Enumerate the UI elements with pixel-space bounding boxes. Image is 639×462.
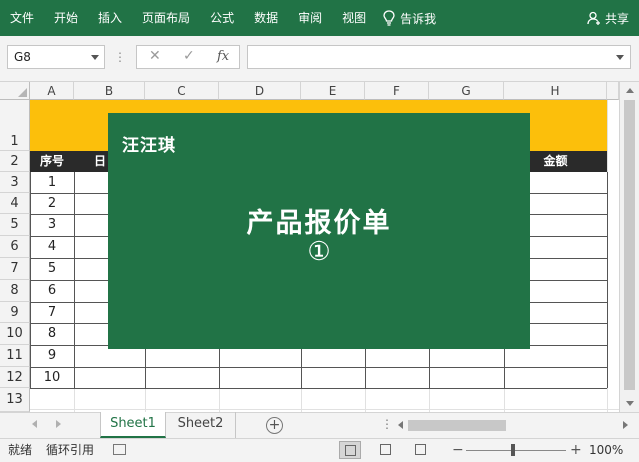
chevron-left-icon[interactable]: [32, 420, 37, 428]
cell-seq[interactable]: 7: [30, 302, 74, 323]
vertical-scrollbar[interactable]: [619, 82, 639, 412]
scroll-up-icon[interactable]: [626, 88, 634, 93]
name-box-value: G8: [14, 50, 31, 64]
tab-formulas[interactable]: 公式: [200, 0, 244, 36]
tab-page-layout[interactable]: 页面布局: [132, 0, 200, 36]
macro-record-icon[interactable]: [113, 444, 126, 455]
tab-data[interactable]: 数据: [244, 0, 288, 36]
horizontal-scrollbar[interactable]: [394, 417, 632, 434]
sheet-tabs-bar: Sheet1 Sheet2 + ⋮: [0, 412, 639, 438]
zoom-slider-track[interactable]: [466, 450, 566, 451]
expand-formula-icon[interactable]: [616, 55, 624, 60]
chevron-right-icon[interactable]: [56, 420, 61, 428]
table-border: [30, 388, 607, 389]
scroll-down-icon[interactable]: [626, 401, 634, 406]
page-layout-icon: [380, 444, 391, 455]
grid-view-icon: [345, 445, 356, 456]
zoom-level[interactable]: 100%: [589, 439, 623, 461]
formula-bar-grip-icon[interactable]: ⋮: [114, 50, 126, 64]
column-header-e[interactable]: E: [301, 82, 365, 100]
page-break-icon: [415, 444, 426, 455]
normal-view-button[interactable]: [339, 441, 361, 459]
brand-text: 汪汪琪: [122, 136, 176, 156]
overlay-number: ①: [307, 237, 331, 267]
cancel-icon[interactable]: ✕: [149, 48, 161, 64]
cell-seq[interactable]: 1: [30, 172, 74, 193]
formula-buttons: ✕ ✓ fx: [136, 45, 240, 69]
gridline: [30, 409, 619, 410]
row-header-4[interactable]: 4: [0, 193, 30, 214]
row-header-3[interactable]: 3: [0, 172, 30, 193]
column-header-h[interactable]: H: [504, 82, 607, 100]
column-header-f[interactable]: F: [365, 82, 429, 100]
column-header-d[interactable]: D: [219, 82, 301, 100]
column-header-g[interactable]: G: [429, 82, 504, 100]
cell-seq[interactable]: 10: [30, 367, 74, 388]
zoom-slider-thumb[interactable]: [511, 444, 515, 456]
cell-seq[interactable]: 2: [30, 193, 74, 214]
cell-seq[interactable]: 6: [30, 280, 74, 301]
page-break-view-button[interactable]: [410, 441, 432, 459]
tab-home[interactable]: 开始: [44, 0, 88, 36]
overlay-title: 产品报价单: [246, 208, 392, 239]
cell-seq[interactable]: 9: [30, 345, 74, 366]
ribbon: 文件 开始 插入 页面布局 公式 数据 审阅 视图 告诉我 共享: [0, 0, 639, 36]
header-cell-seq[interactable]: 序号: [30, 151, 74, 172]
tab-view[interactable]: 视图: [332, 0, 376, 36]
row-header-13[interactable]: 13: [0, 388, 30, 412]
sheet-tab-sheet2[interactable]: Sheet2: [166, 412, 236, 438]
column-header-b[interactable]: B: [74, 82, 145, 100]
row-header-1[interactable]: 1: [0, 100, 30, 151]
insert-function-icon[interactable]: fx: [217, 49, 229, 64]
cell-seq[interactable]: 4: [30, 236, 74, 257]
row-header-7[interactable]: 7: [0, 258, 30, 280]
row-header-11[interactable]: 11: [0, 345, 30, 367]
formula-input[interactable]: [247, 45, 631, 69]
table-border: [30, 367, 607, 368]
tab-file[interactable]: 文件: [0, 0, 44, 36]
status-circular-reference[interactable]: 循环引用: [46, 439, 94, 461]
tab-insert[interactable]: 插入: [88, 0, 132, 36]
column-header-c[interactable]: C: [145, 82, 219, 100]
tell-me-search[interactable]: 告诉我: [400, 10, 436, 27]
table-border: [74, 172, 75, 388]
select-all-corner[interactable]: [0, 82, 30, 100]
scroll-thumb[interactable]: [624, 100, 635, 390]
tab-split-grip-icon[interactable]: ⋮: [381, 417, 393, 431]
cell-seq[interactable]: 3: [30, 214, 74, 235]
chevron-down-icon[interactable]: [91, 55, 99, 60]
cell-seq[interactable]: 5: [30, 258, 74, 279]
share-button[interactable]: 共享: [587, 0, 629, 36]
row-header-12[interactable]: 12: [0, 367, 30, 388]
name-box[interactable]: G8: [7, 45, 105, 69]
share-label: 共享: [604, 11, 629, 26]
title-overlay-card: 汪汪琪 产品报价单 ①: [108, 113, 530, 349]
scroll-right-icon[interactable]: [623, 421, 628, 429]
enter-icon[interactable]: ✓: [183, 48, 195, 64]
table-border: [607, 172, 608, 388]
tab-review[interactable]: 审阅: [288, 0, 332, 36]
column-header-a[interactable]: A: [30, 82, 74, 100]
formula-bar: G8 ⋮ ✕ ✓ fx: [0, 36, 639, 82]
status-ready: 就绪: [8, 443, 33, 457]
lightbulb-icon[interactable]: [382, 10, 396, 26]
row-header-2[interactable]: 2: [0, 151, 30, 172]
user-icon: [587, 11, 600, 25]
row-header-9[interactable]: 9: [0, 302, 30, 323]
status-bar: 就绪 循环引用 − + 100%: [0, 438, 639, 462]
sheet-tab-sheet1[interactable]: Sheet1: [100, 412, 166, 438]
zoom-out-icon[interactable]: −: [452, 439, 464, 461]
row-header-5[interactable]: 5: [0, 214, 30, 236]
row-header-6[interactable]: 6: [0, 236, 30, 258]
scroll-thumb[interactable]: [408, 420, 506, 431]
row-header-8[interactable]: 8: [0, 280, 30, 302]
scroll-left-icon[interactable]: [398, 421, 403, 429]
zoom-in-icon[interactable]: +: [570, 439, 582, 461]
cell-seq[interactable]: 8: [30, 323, 74, 344]
column-header-i[interactable]: [607, 82, 619, 100]
add-sheet-icon[interactable]: +: [266, 417, 283, 434]
page-layout-view-button[interactable]: [375, 441, 397, 459]
row-header-10[interactable]: 10: [0, 323, 30, 345]
